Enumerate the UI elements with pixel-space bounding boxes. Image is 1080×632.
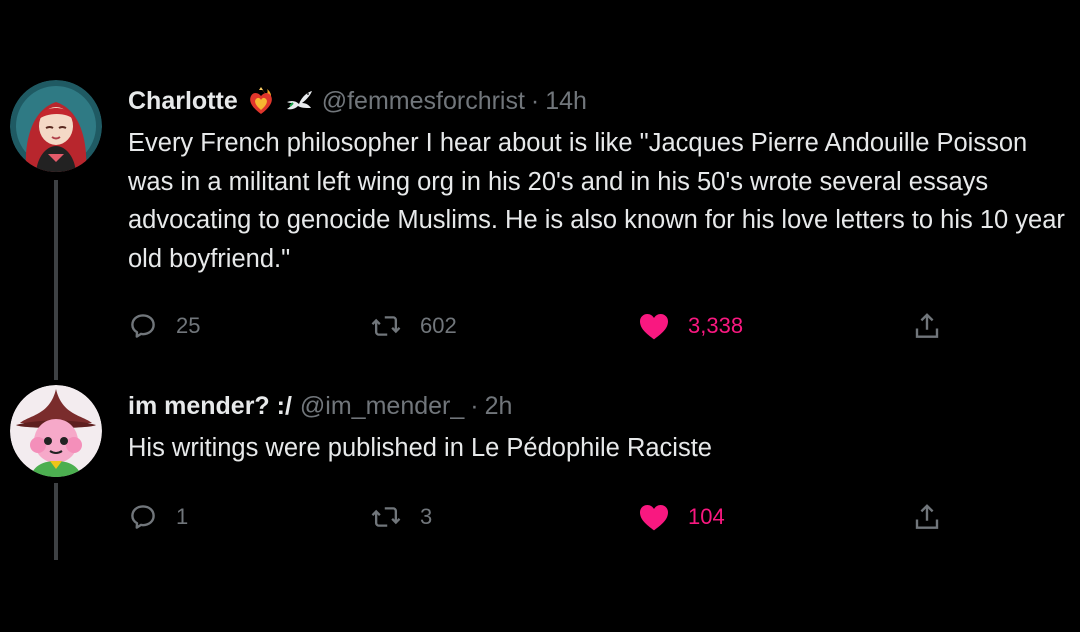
reply-count: 1 xyxy=(176,504,189,529)
tweet-text: Every French philosopher I hear about is… xyxy=(128,129,1065,273)
sacred-heart-flame-icon xyxy=(246,86,276,116)
author-name[interactable]: im mender? :/ xyxy=(128,389,292,423)
avatar-illustration xyxy=(10,385,102,477)
tweet-header: Charlotte @femmesforchrist · 14h xyxy=(128,84,587,118)
reply-count: 25 xyxy=(176,313,201,338)
reply-button[interactable]: 25 xyxy=(128,306,200,346)
share-upload-icon xyxy=(915,504,939,529)
tweet-text: His writings were published in Le Pédoph… xyxy=(128,434,712,462)
tweet[interactable]: Charlotte @femmesforchrist · 14h Every F… xyxy=(0,80,1080,380)
dove-icon xyxy=(284,86,314,116)
speech-bubble-icon xyxy=(131,505,155,529)
header-separator: · xyxy=(470,392,479,420)
share-button[interactable] xyxy=(912,497,942,537)
retweet-arrows-icon xyxy=(371,507,401,527)
avatar[interactable] xyxy=(10,385,102,477)
author-handle[interactable]: @femmesforchrist xyxy=(322,84,525,118)
reply-button[interactable]: 1 xyxy=(128,497,188,537)
retweet-count: 3 xyxy=(420,504,433,529)
tweet[interactable]: im mender? :/ @im_mender_ · 2h His writi… xyxy=(0,385,1080,565)
tweet-header: im mender? :/ @im_mender_ · 2h xyxy=(128,389,512,423)
like-button[interactable]: 3,338 xyxy=(638,306,743,346)
retweet-button[interactable]: 602 xyxy=(370,306,457,346)
thread-line xyxy=(54,483,58,560)
header-separator: · xyxy=(530,87,540,115)
thread-line xyxy=(54,180,58,380)
like-count: 3,338 xyxy=(688,313,744,338)
timestamp[interactable]: 2h xyxy=(485,389,513,423)
tweet-actions: 25 602 3,338 xyxy=(128,306,958,346)
timestamp[interactable]: 14h xyxy=(545,84,587,118)
like-button[interactable]: 104 xyxy=(638,497,725,537)
avatar[interactable] xyxy=(10,80,102,172)
retweet-count: 602 xyxy=(420,313,457,338)
like-count: 104 xyxy=(688,504,725,529)
share-button[interactable] xyxy=(912,306,942,346)
avatar-illustration xyxy=(10,80,102,172)
heart-icon xyxy=(640,314,668,340)
author-name[interactable]: Charlotte xyxy=(128,84,238,118)
share-upload-icon xyxy=(915,313,939,338)
retweet-arrows-icon xyxy=(371,316,401,336)
heart-icon xyxy=(640,505,668,531)
speech-bubble-icon xyxy=(131,314,155,338)
retweet-button[interactable]: 3 xyxy=(370,497,432,537)
author-handle[interactable]: @im_mender_ xyxy=(300,389,464,423)
tweet-actions: 1 3 104 xyxy=(128,497,958,537)
